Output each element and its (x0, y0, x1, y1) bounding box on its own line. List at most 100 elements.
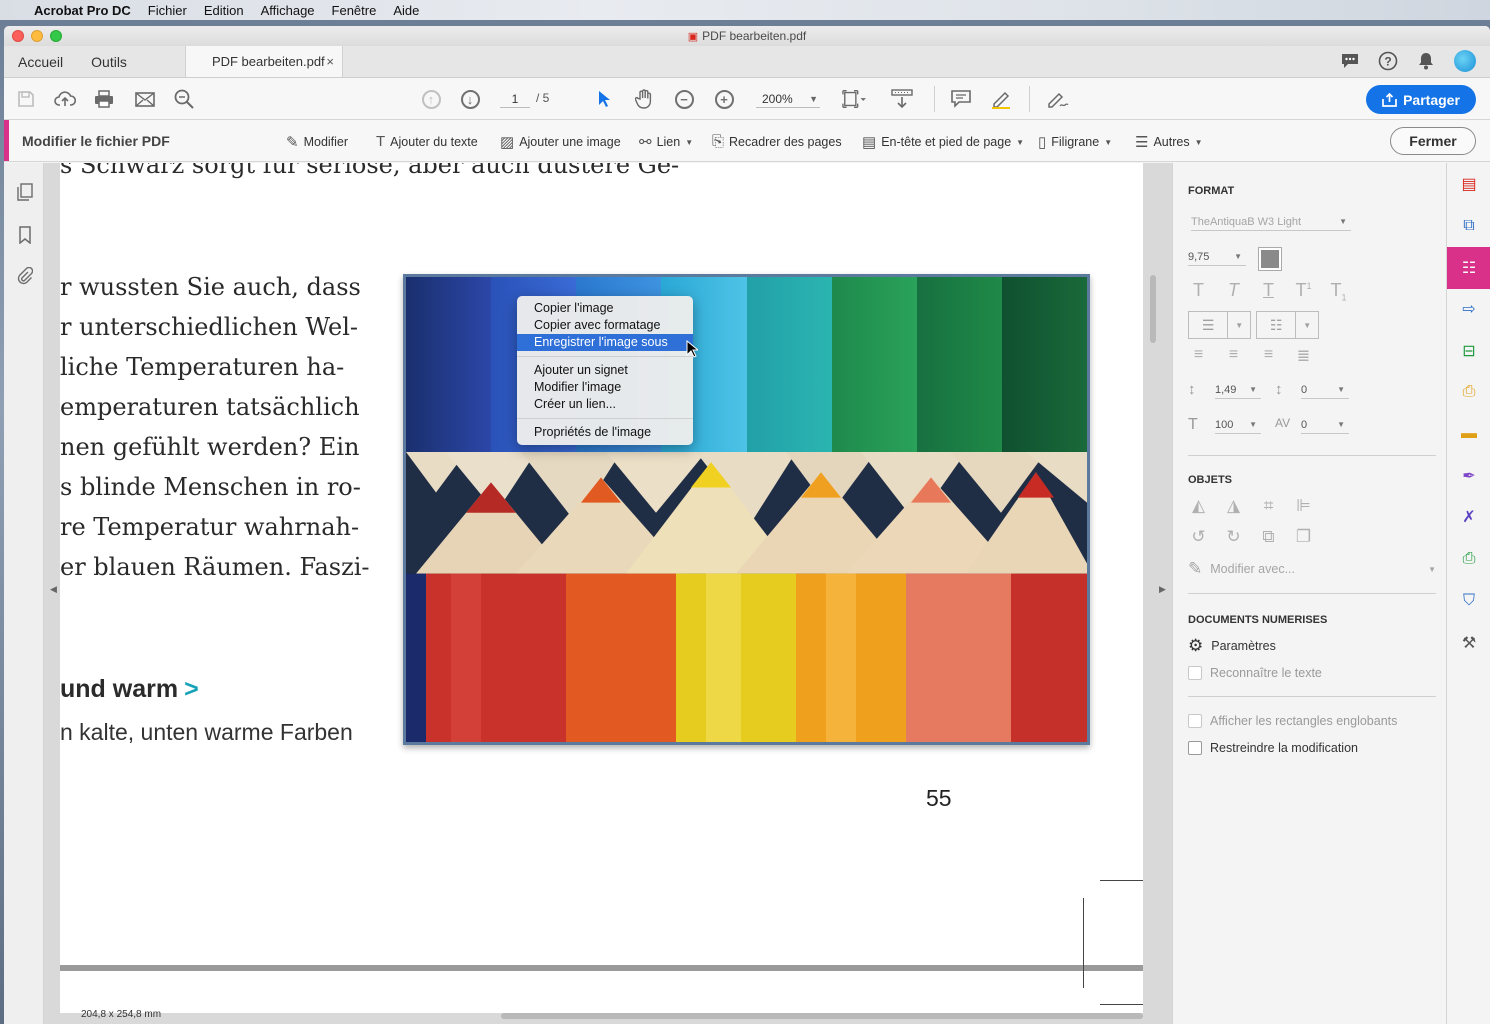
menu-item-save-image-as[interactable]: Enregistrer l'image sous (517, 334, 693, 351)
close-window-button[interactable] (12, 30, 24, 42)
restrict-editing-checkbox[interactable] (1188, 741, 1202, 755)
align-right-icon[interactable]: ≡ (1259, 346, 1278, 366)
recognize-text-checkbox[interactable] (1188, 666, 1202, 680)
selected-image[interactable]: Copier l'image Copier avec formatage Enr… (403, 274, 1090, 745)
page-number-input[interactable]: 1 (500, 90, 530, 108)
align-justify-icon[interactable]: ≣ (1294, 346, 1313, 366)
crop-icon[interactable]: ⌗ (1259, 496, 1278, 516)
body-text-line[interactable]: s Schwarz sorgt für seriöse, aber auch d… (60, 163, 679, 179)
comment-tool-icon[interactable]: ▬ (1458, 423, 1480, 445)
menu-item-copy-with-formatting[interactable]: Copier avec formatage (517, 317, 693, 334)
text-color-swatch[interactable] (1258, 247, 1282, 271)
menu-fenetre[interactable]: Fenêtre (332, 3, 377, 18)
underline-t-icon[interactable]: T (1259, 280, 1278, 303)
section-subtitle[interactable]: n kalte, unten warme Farben (60, 719, 353, 746)
tab-document[interactable]: PDF bearbeiten.pdf × (184, 46, 343, 77)
menu-item-edit-image[interactable]: Modifier l'image (517, 379, 693, 396)
menu-app[interactable]: Acrobat Pro DC (34, 3, 131, 18)
account-avatar[interactable] (1454, 50, 1476, 72)
collapse-left-pane-icon[interactable]: ◀ (50, 584, 57, 595)
show-bounding-boxes-checkbox[interactable] (1188, 714, 1202, 728)
body-text-line[interactable]: er blauen Räumen. Faszi- (60, 553, 370, 581)
flip-horizontal-icon[interactable]: ◮ (1224, 496, 1243, 516)
edit-pdf-icon[interactable]: ☷ (1447, 247, 1490, 289)
menu-item-create-link[interactable]: Créer un lien... (517, 396, 693, 413)
italic-t-icon[interactable]: T (1224, 280, 1243, 303)
document-view[interactable]: s Schwarz sorgt für seriöse, aber auch d… (44, 163, 1172, 1024)
comment-icon[interactable] (949, 88, 973, 110)
bookmark-icon[interactable] (14, 224, 36, 246)
highlight-pen-icon[interactable] (989, 88, 1013, 110)
create-pdf-icon[interactable]: ▤ (1458, 173, 1480, 195)
font-family-select[interactable]: TheAntiquaB W3 Light ▼ (1191, 213, 1351, 231)
page-thumbnails-icon[interactable] (14, 181, 36, 203)
attachment-icon[interactable] (14, 265, 36, 287)
menu-affichage[interactable]: Affichage (261, 3, 315, 18)
pdf-page[interactable]: s Schwarz sorgt für seriöse, aber auch d… (60, 163, 1143, 1013)
add-text-tool[interactable]: T Ajouter du texte (376, 133, 478, 150)
organize-pages-icon[interactable]: ⊟ (1458, 340, 1480, 362)
scan-ocr-icon[interactable]: ⎙ (1458, 381, 1480, 403)
menu-item-add-bookmark[interactable]: Ajouter un signet (517, 362, 693, 379)
search-icon[interactable] (172, 88, 196, 110)
body-text-line[interactable]: s blinde Menschen in ro- (60, 473, 361, 501)
body-text-line[interactable]: emperaturen tatsächlich (60, 393, 360, 421)
zoom-level-select[interactable]: 200% ▼ (756, 90, 820, 108)
tab-close-icon[interactable]: × (326, 54, 334, 69)
bell-icon[interactable] (1416, 51, 1436, 71)
flip-vertical-icon[interactable]: ◭ (1189, 496, 1208, 516)
body-text-line[interactable]: nen gefühlt werden? Ein (60, 433, 359, 461)
superscript-t-icon[interactable]: T1 (1294, 280, 1313, 303)
next-page-icon[interactable]: ↓ (458, 88, 482, 110)
zoom-in-icon[interactable]: + (712, 88, 736, 110)
help-icon[interactable]: ? (1378, 51, 1398, 71)
settings-button[interactable]: ⚙ Paramètres (1188, 636, 1276, 656)
replace-image-icon[interactable]: ⧉ (1259, 527, 1278, 547)
body-text-line[interactable]: liche Temperaturen ha- (60, 353, 344, 381)
print-production-icon[interactable]: ⎙ (1458, 548, 1480, 570)
more-tool[interactable]: ☰ Autres ▼ (1135, 133, 1203, 151)
hand-tool-icon[interactable] (632, 88, 656, 110)
share-button[interactable]: Partager (1366, 85, 1476, 114)
tab-tools[interactable]: Outils (77, 46, 141, 77)
bold-t-icon[interactable]: T (1189, 280, 1208, 303)
link-tool[interactable]: ⚯ Lien ▼ (639, 133, 693, 151)
show-bounding-boxes-option[interactable]: Afficher les rectangles englobants (1188, 714, 1397, 728)
more-tools-icon[interactable]: ⚒ (1458, 632, 1480, 654)
menu-edition[interactable]: Edition (204, 3, 244, 18)
align-left-icon[interactable]: ≡ (1189, 346, 1208, 366)
section-heading[interactable]: und warm > (60, 675, 199, 704)
body-text-line[interactable]: r unterschiedlichen Wel- (60, 313, 358, 341)
vertical-scrollbar[interactable] (1150, 275, 1156, 343)
bullet-list-select[interactable]: ☰ ▼ (1188, 311, 1251, 339)
minimize-window-button[interactable] (31, 30, 43, 42)
menu-item-copy-image[interactable]: Copier l'image (517, 300, 693, 317)
save-icon[interactable] (14, 88, 38, 110)
zoom-window-button[interactable] (50, 30, 62, 42)
arrange-icon[interactable]: ❐ (1294, 527, 1313, 547)
crop-pages-tool[interactable]: ⎘ Recadrer des pages (712, 133, 842, 150)
zoom-out-icon[interactable]: − (672, 88, 696, 110)
chat-icon[interactable] (1340, 51, 1360, 71)
paragraph-spacing-select[interactable]: 0 ▼ (1301, 381, 1349, 399)
protect-shield-icon[interactable]: ⛉ (1458, 590, 1480, 612)
recognize-text-option[interactable]: Reconnaître le texte (1188, 666, 1322, 680)
modify-with-select[interactable]: ✎ Modifier avec... ▼ (1188, 559, 1436, 579)
font-size-select[interactable]: 9,75 ▼ (1188, 248, 1246, 266)
combine-files-icon[interactable]: ⧉ (1458, 215, 1480, 237)
numbered-list-select[interactable]: ☷ ▼ (1256, 311, 1319, 339)
rotate-right-icon[interactable]: ↻ (1224, 527, 1243, 547)
watermark-tool[interactable]: ▯ Filigrane ▼ (1038, 133, 1112, 151)
restrict-editing-option[interactable]: Restreindre la modification (1188, 741, 1358, 755)
line-spacing-select[interactable]: 1,49 ▼ (1215, 381, 1261, 399)
previous-page-icon[interactable]: ↑ (419, 88, 443, 110)
page-fit-icon[interactable] (842, 88, 866, 110)
header-footer-tool[interactable]: ▤ En-tête et pied de page ▼ (862, 133, 1024, 151)
request-signature-icon[interactable]: ✗ (1458, 506, 1480, 528)
scroll-mode-icon[interactable] (890, 88, 914, 110)
menu-aide[interactable]: Aide (393, 3, 419, 18)
email-icon[interactable] (133, 88, 157, 110)
close-edit-button[interactable]: Fermer (1390, 127, 1476, 155)
body-text-line[interactable]: re Temperatur wahrnah- (60, 513, 359, 541)
align-center-icon[interactable]: ≡ (1224, 346, 1243, 366)
